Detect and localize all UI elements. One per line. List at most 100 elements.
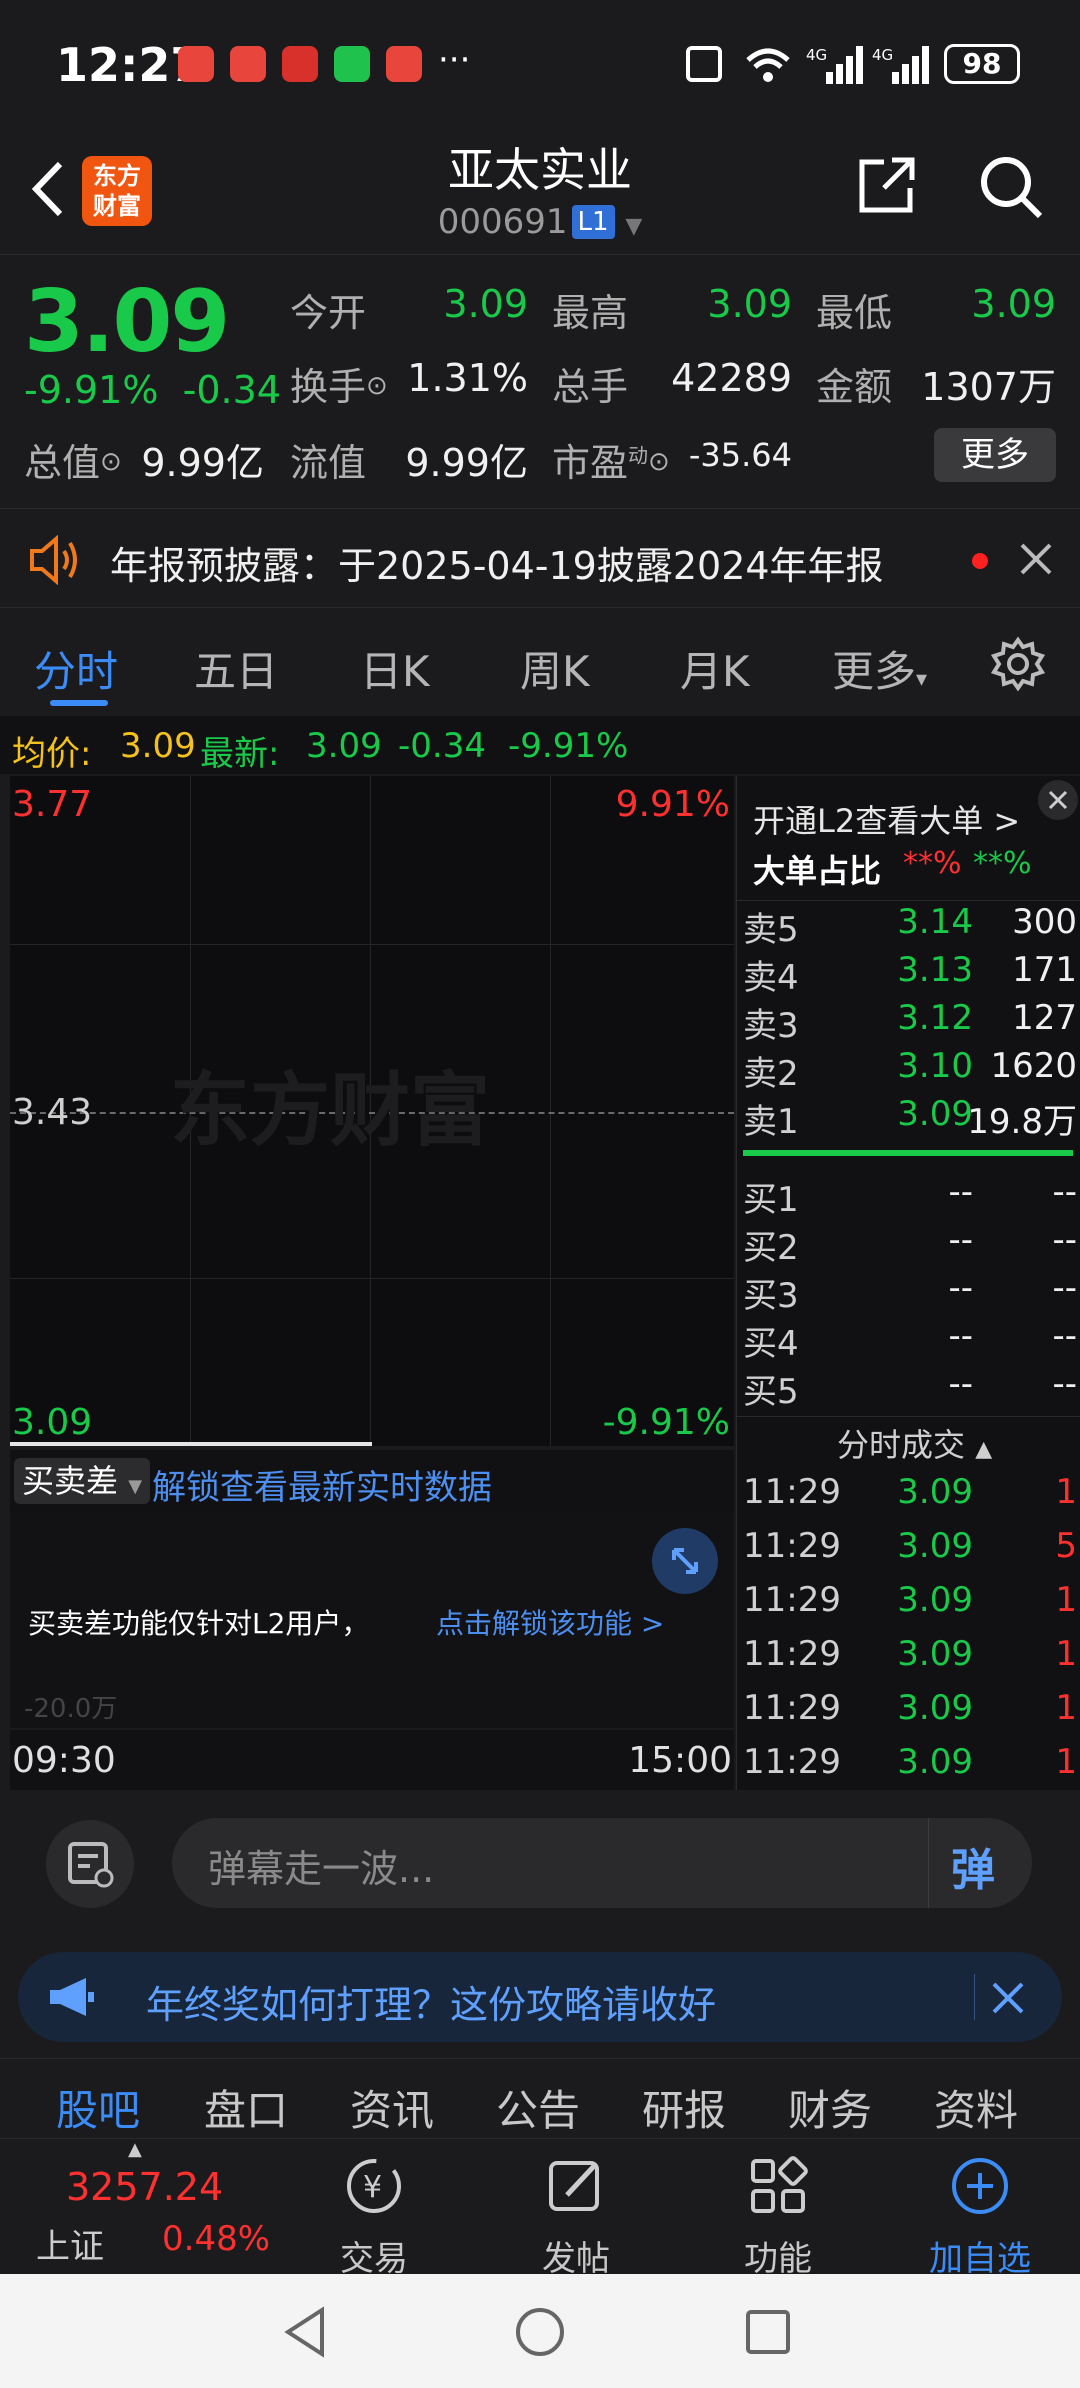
- tab-intraday[interactable]: 分时: [34, 638, 118, 699]
- info-icon: ⊙: [100, 447, 122, 477]
- tab-monthly-k[interactable]: 月K: [680, 638, 750, 699]
- system-home-button[interactable]: [514, 2306, 566, 2362]
- trades-header[interactable]: 分时成交 ▲: [837, 1420, 992, 1466]
- grid-icon: [751, 2156, 808, 2213]
- pe-label[interactable]: 市盈动⊙: [552, 432, 670, 487]
- index-name: 上证: [36, 2227, 104, 2267]
- buy-level-5[interactable]: 买5 -- --: [743, 1364, 1077, 1412]
- close-icon: [1048, 790, 1068, 810]
- big-order-green: **%: [973, 846, 1032, 881]
- signal-icon: 4G: [806, 44, 866, 88]
- watermark: 东方财富: [170, 1064, 490, 1157]
- home-circle-icon: [516, 2308, 564, 2356]
- sell-level-4[interactable]: 卖4 3.13 171: [743, 950, 1077, 998]
- close-promo-button[interactable]: [988, 1978, 1028, 2022]
- close-announcement-button[interactable]: [1016, 539, 1056, 583]
- pe-value: -35.64: [688, 436, 792, 474]
- sell-level-3[interactable]: 卖3 3.12 127: [743, 998, 1077, 1046]
- turnover-value: 1.31%: [407, 356, 528, 400]
- unlock-realtime-link[interactable]: 解锁查看最新实时数据: [152, 1460, 492, 1509]
- svg-text:4G: 4G: [806, 46, 827, 64]
- tab-guba[interactable]: 股吧: [56, 2077, 140, 2138]
- sub-axis-label: -20.0万: [24, 1694, 118, 1724]
- caret-down-icon: ▼: [128, 1476, 143, 1497]
- indicator-selector[interactable]: 买卖差 ▼: [14, 1458, 151, 1504]
- more-quote-button[interactable]: 更多: [934, 428, 1056, 482]
- search-icon: [981, 157, 1043, 219]
- huawei-app-icon: [230, 46, 266, 82]
- open-label: 今开: [290, 291, 367, 335]
- nav-add-watchlist[interactable]: 加自选: [900, 2151, 1060, 2279]
- stock-code-selector[interactable]: 000691 L1 ▼: [0, 202, 1080, 242]
- tab-profile[interactable]: 资料: [934, 2077, 1018, 2138]
- expand-icon: [672, 1548, 698, 1574]
- signal-icon: 4G: [872, 44, 932, 88]
- comment-settings-button[interactable]: [46, 1820, 134, 1908]
- tab-news[interactable]: 资讯: [350, 2077, 434, 2138]
- avg-label: 均价:: [12, 734, 92, 774]
- tab-more[interactable]: 更多▾: [832, 638, 927, 699]
- tab-financials[interactable]: 财务: [788, 2077, 872, 2138]
- tab-daily-k[interactable]: 日K: [360, 638, 430, 699]
- caret-down-icon: ▾: [916, 667, 928, 692]
- trade-row: 11:29 3.09 1: [743, 1688, 1077, 1728]
- system-recents-button[interactable]: [744, 2308, 792, 2360]
- chart-settings-button[interactable]: [990, 636, 1046, 696]
- trade-row: 11:29 3.09 1: [743, 1742, 1077, 1782]
- big-order-label: 大单占比: [753, 852, 882, 890]
- turnover-label[interactable]: 换手⊙: [290, 356, 388, 411]
- market-cap-label[interactable]: 总值⊙: [24, 432, 122, 487]
- svg-text:4G: 4G: [872, 46, 893, 64]
- sell-level-1[interactable]: 卖1 3.09 19.8万: [743, 1094, 1077, 1142]
- edit-icon: [549, 2161, 599, 2211]
- danmu-toggle-button[interactable]: 弹: [928, 1818, 1032, 1908]
- tab-pankou[interactable]: 盘口: [204, 2077, 288, 2138]
- index-ticker[interactable]: ▲ 3257.24 上证 0.48%: [0, 2139, 290, 2275]
- share-icon: [859, 157, 915, 213]
- expand-button[interactable]: [652, 1528, 718, 1594]
- danmu-input[interactable]: 弹幕走一波... 弹: [172, 1818, 1032, 1908]
- tab-five-day[interactable]: 五日: [194, 638, 278, 699]
- bid-ask-ratio-bar: [743, 1150, 1073, 1156]
- nav-post[interactable]: 发帖: [496, 2151, 656, 2279]
- system-back-button[interactable]: [280, 2304, 330, 2364]
- sell-level-5[interactable]: 卖5 3.14 300: [743, 902, 1077, 950]
- unread-dot: [972, 553, 988, 569]
- buy-level-4[interactable]: 买4 -- --: [743, 1316, 1077, 1364]
- tab-announcements[interactable]: 公告: [496, 2077, 580, 2138]
- end-time: 15:00: [628, 1740, 732, 1781]
- caret-down-icon: ▼: [625, 214, 643, 239]
- nav-trade[interactable]: ¥ 交易: [294, 2151, 454, 2279]
- recents-square-icon: [746, 2310, 790, 2354]
- bottom-nav: ▲ 3257.24 上证 0.48% ¥ 交易 发帖 功能 加自选: [0, 2138, 1080, 2279]
- amount-label: 金额: [816, 365, 893, 409]
- unlock-feature-link[interactable]: 点击解锁该功能 >: [436, 1602, 664, 1642]
- promo-banner[interactable]: 年终奖如何打理？这份攻略请收好: [18, 1952, 1062, 2042]
- nav-function[interactable]: 功能: [698, 2151, 858, 2279]
- mid-price-label: 3.43: [12, 1092, 93, 1133]
- tab-weekly-k[interactable]: 周K: [520, 638, 590, 699]
- buy-level-3[interactable]: 买3 -- --: [743, 1268, 1077, 1316]
- status-bar: 12:27 ··· 4G 4G 98: [0, 0, 1080, 130]
- tab-research[interactable]: 研报: [642, 2077, 726, 2138]
- market-cap-value: 9.99亿: [141, 441, 264, 485]
- intraday-chart[interactable]: 东方财富 3.77 9.91% 3.43 3.09 -9.91%: [10, 776, 734, 1446]
- l2-upgrade-link[interactable]: 开通L2查看大单 >: [753, 796, 1020, 842]
- announcement-banner[interactable]: 年报预披露：于2025-04-19披露2024年年报: [0, 508, 1080, 608]
- sell-level-2[interactable]: 卖2 3.10 1620: [743, 1046, 1077, 1094]
- share-button[interactable]: [856, 154, 918, 220]
- float-cap-value: 9.99亿: [405, 441, 528, 485]
- gear-icon: [990, 636, 1046, 692]
- buy-level-2[interactable]: 买2 -- --: [743, 1220, 1077, 1268]
- search-button[interactable]: [976, 152, 1046, 226]
- bottom-pct-label: -9.91%: [602, 1402, 730, 1443]
- index-value: 3257.24: [66, 2165, 224, 2209]
- stock-code: 000691: [437, 202, 568, 242]
- volume-value: 42289: [671, 356, 792, 400]
- average-price-line: 均价: 3.09 最新: 3.09 -0.34 -9.91%: [0, 716, 1080, 774]
- latest-change: -0.34: [398, 726, 486, 766]
- info-icon: ⊙: [366, 371, 388, 401]
- buy-level-1[interactable]: 买1 -- --: [743, 1172, 1077, 1220]
- svg-text:¥: ¥: [363, 2170, 382, 2205]
- close-panel-button[interactable]: [1038, 780, 1078, 820]
